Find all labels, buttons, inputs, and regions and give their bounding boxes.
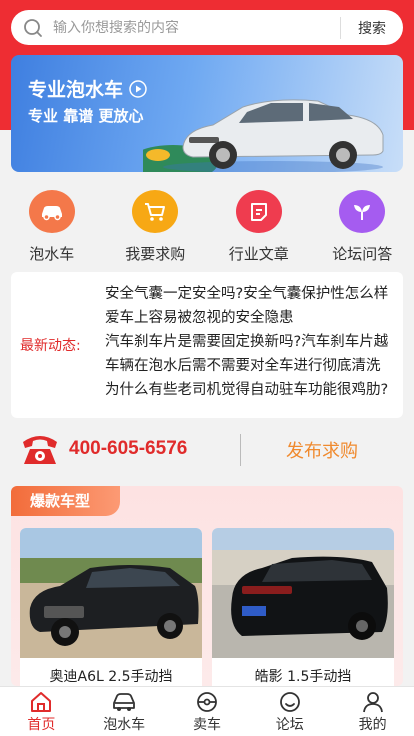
news-panel: 最新动态: 安全气囊一定安全吗?安全气囊保护性怎么样 爱车上容易被忽视的安全隐患… <box>11 272 403 418</box>
banner-subtitle: 专业 靠谱 更放心 <box>28 107 144 125</box>
quick-icon-circle <box>235 190 282 233</box>
publish-request-button[interactable]: 发布求购 <box>286 437 358 463</box>
user-icon <box>362 692 383 713</box>
quick-nav-forum[interactable]: 论坛问答 <box>311 172 414 264</box>
quick-nav-label: 泡水车 <box>29 245 75 263</box>
car-illustration <box>143 99 384 172</box>
cart-icon <box>145 202 166 221</box>
article-icon <box>250 202 267 221</box>
car-photo <box>20 528 202 658</box>
bottom-tab-bar: 首页 泡水车 卖车 论坛 我的 <box>0 686 414 736</box>
tab-profile[interactable]: 我的 <box>331 687 414 736</box>
car-card[interactable]: 皓影 1.5手动挡 <box>212 528 394 686</box>
contact-row: 400-605-6576 发布求购 <box>0 420 414 482</box>
search-icon <box>24 18 42 37</box>
news-item[interactable]: 安全气囊一定安全吗?安全气囊保护性怎么样 <box>105 282 399 306</box>
search-input[interactable] <box>53 19 340 36</box>
news-item[interactable]: 为什么有些老司机觉得自动驻车功能很鸡肋? <box>105 378 399 402</box>
news-item[interactable]: 车辆在泡水后需不需要对全车进行彻底清洗 <box>105 354 399 378</box>
search-button[interactable]: 搜索 <box>341 18 403 38</box>
quick-nav-purchase[interactable]: 我要求购 <box>104 172 208 264</box>
quick-nav-flooded-car[interactable]: 泡水车 <box>0 172 104 264</box>
car-card[interactable]: 奥迪A6L 2.5手动挡 <box>20 528 202 686</box>
tab-label: 卖车 <box>192 717 221 733</box>
news-label: 最新动态: <box>20 338 81 354</box>
sprout-icon <box>354 204 371 220</box>
news-list: 安全气囊一定安全吗?安全气囊保护性怎么样 爱车上容易被忽视的安全隐患 汽车刹车片… <box>105 282 399 402</box>
car-icon <box>41 205 62 220</box>
tab-flooded-car[interactable]: 泡水车 <box>83 687 166 736</box>
hot-models-section: 爆款车型 奥迪A6L 2.5手动挡 皓影 1.5手动挡 <box>11 486 403 686</box>
home-icon <box>31 692 52 712</box>
tab-label: 论坛 <box>275 717 304 733</box>
quick-icon-circle <box>339 190 386 233</box>
tab-sell[interactable]: 卖车 <box>166 687 249 736</box>
tab-forum[interactable]: 论坛 <box>248 687 331 736</box>
banner-title-row: 专业泡水车 <box>28 75 147 102</box>
promo-banner[interactable]: 专业泡水车 专业 靠谱 更放心 <box>11 55 403 172</box>
banner-title: 专业泡水车 <box>28 79 124 101</box>
quick-nav-label: 我要求购 <box>125 245 186 263</box>
quick-nav-label: 行业文章 <box>228 245 289 263</box>
quick-icon-circle <box>28 190 75 233</box>
hot-models-title: 爆款车型 <box>11 486 120 516</box>
quick-nav-articles[interactable]: 行业文章 <box>207 172 311 264</box>
tab-home[interactable]: 首页 <box>0 687 83 736</box>
tab-label: 我的 <box>358 717 387 733</box>
news-item[interactable]: 汽车刹车片是需要固定换新吗?汽车刹车片越 <box>105 330 399 354</box>
phone-number[interactable]: 400-605-6576 <box>69 438 187 460</box>
tab-label: 泡水车 <box>103 717 146 733</box>
sell-icon <box>197 692 217 712</box>
tab-label: 首页 <box>27 717 56 733</box>
car-name: 奥迪A6L 2.5手动挡 <box>49 669 173 685</box>
quick-nav-label: 论坛问答 <box>332 245 393 263</box>
news-item[interactable]: 爱车上容易被忽视的安全隐患 <box>105 306 399 330</box>
forum-icon <box>279 692 300 712</box>
quick-icon-circle <box>132 190 179 233</box>
phone-icon[interactable] <box>20 432 60 468</box>
car-icon <box>113 693 136 711</box>
car-photo <box>212 528 394 658</box>
car-name: 皓影 1.5手动挡 <box>254 669 352 685</box>
contact-divider <box>240 434 241 466</box>
quick-nav: 泡水车 我要求购 行业文章 论坛问答 <box>0 172 414 264</box>
search-bar: 搜索 <box>11 10 403 45</box>
